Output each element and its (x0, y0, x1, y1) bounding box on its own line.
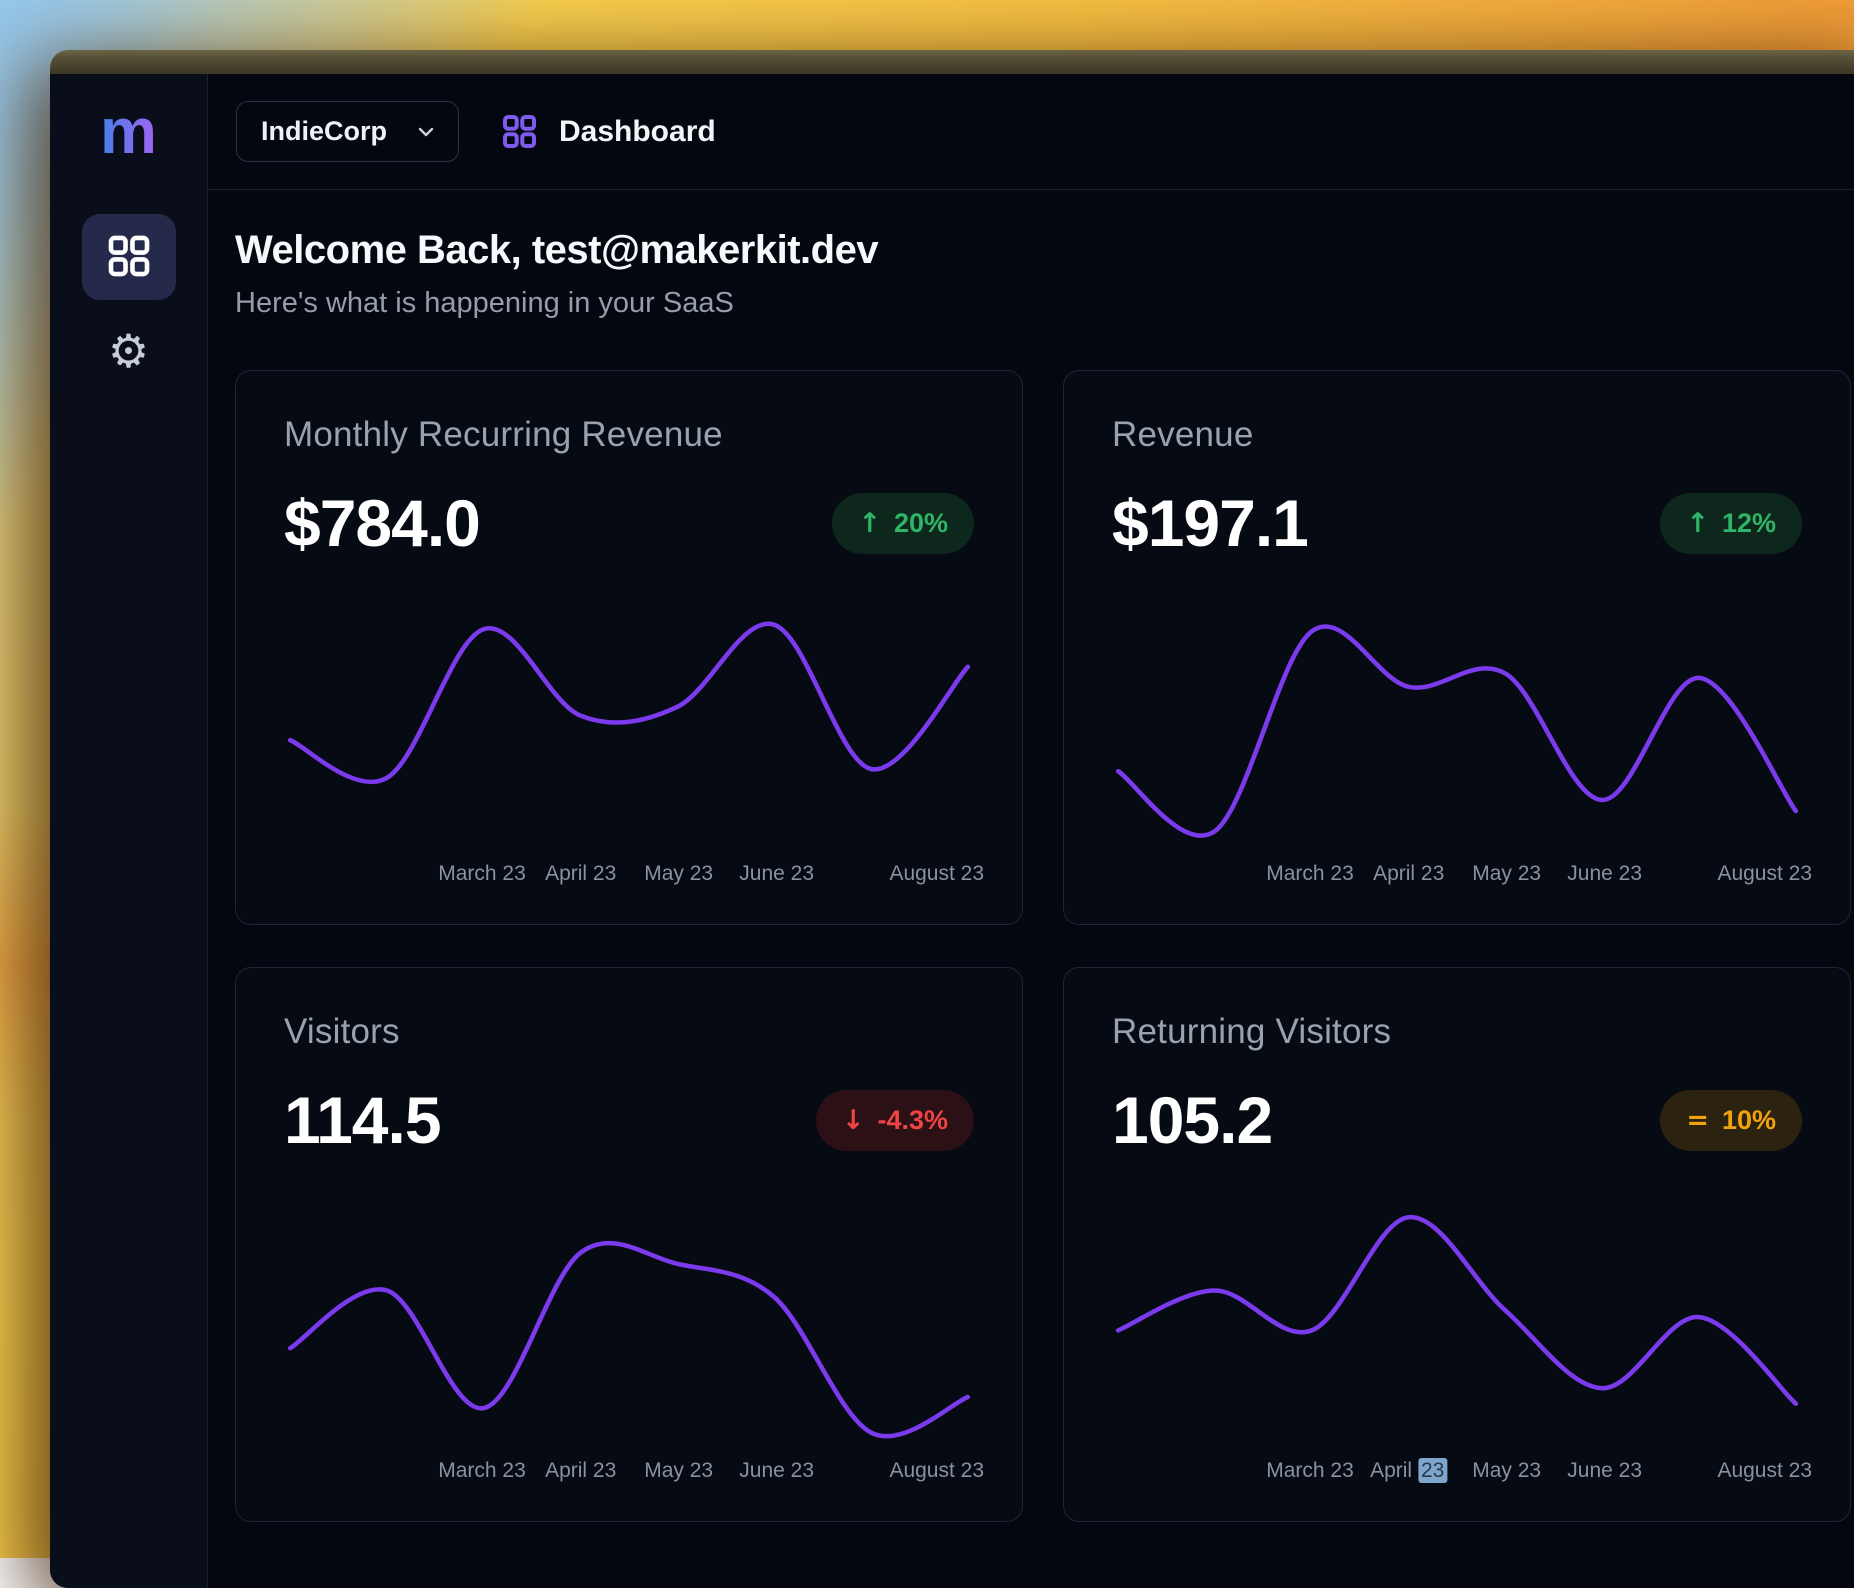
x-axis-tick: March 23 (438, 1459, 526, 1483)
metrics-grid: Monthly Recurring Revenue $784.0 ↑ 20% (235, 370, 1851, 1522)
sidebar-nav: ⚙ (82, 214, 176, 374)
page-title: Dashboard (559, 115, 716, 149)
x-axis-tick: March 23 (1266, 862, 1354, 886)
metric-value: $197.1 (1112, 485, 1308, 561)
x-axis-tick: April 23 (545, 862, 616, 886)
line-chart (1112, 604, 1802, 854)
x-axis-tick: August 23 (1717, 1459, 1812, 1483)
x-axis-tick: June 23 (1567, 1459, 1642, 1483)
line-chart (1112, 1201, 1802, 1451)
sidebar-item-dashboard[interactable] (82, 214, 176, 300)
team-name: IndieCorp (261, 116, 387, 147)
metric-value: $784.0 (284, 485, 480, 561)
x-axis-tick: June 23 (739, 1459, 814, 1483)
metric-value: 105.2 (1112, 1082, 1272, 1158)
x-axis-ticks: March 23April 23May 23June 23August 23 (284, 1459, 974, 1489)
card-title: Visitors (284, 1012, 974, 1052)
x-axis-tick: August 23 (889, 1459, 984, 1483)
gear-icon: ⚙ (108, 328, 149, 374)
page-heading: Dashboard (501, 113, 716, 150)
trend-badge: = 10% (1660, 1090, 1802, 1151)
selected-text: 23 (1418, 1458, 1447, 1483)
sidebar: m ⚙ (50, 74, 208, 1588)
chart-svg (1112, 1201, 1802, 1451)
metric-card-revenue: Revenue $197.1 ↑ 12% Ma (1063, 370, 1851, 925)
x-axis-ticks: March 23April 23May 23June 23August 23 (284, 862, 974, 892)
x-axis-ticks: March 23April 23May 23June 23August 23 (1112, 862, 1802, 892)
sidebar-item-settings[interactable]: ⚙ (108, 328, 149, 374)
x-axis-tick: March 23 (1266, 1459, 1354, 1483)
card-title: Monthly Recurring Revenue (284, 415, 974, 455)
x-axis-tick: April 23 (1373, 862, 1444, 886)
grid-icon (106, 233, 152, 282)
x-axis-tick: August 23 (889, 862, 984, 886)
trend-badge: ↑ 12% (1660, 493, 1802, 554)
window-top-edge (50, 50, 1854, 74)
card-title: Returning Visitors (1112, 1012, 1802, 1052)
trend-icon: ↓ (842, 1105, 865, 1136)
x-axis-tick: March 23 (438, 862, 526, 886)
trend-value: 10% (1722, 1105, 1776, 1136)
line-chart (284, 1201, 974, 1451)
trend-badge: ↓ -4.3% (816, 1090, 974, 1151)
x-axis-tick: June 23 (739, 862, 814, 886)
app-logo[interactable]: m (100, 96, 157, 166)
x-axis-tick: May 23 (1472, 862, 1541, 886)
trend-icon: ↑ (1686, 508, 1709, 539)
x-axis-tick: August 23 (1717, 862, 1812, 886)
x-axis-tick: April 23 (1370, 1459, 1447, 1483)
metric-card-mrr: Monthly Recurring Revenue $784.0 ↑ 20% (235, 370, 1023, 925)
trend-value: 12% (1722, 508, 1776, 539)
chart-svg (284, 604, 974, 854)
x-axis-tick: May 23 (1472, 1459, 1541, 1483)
x-axis-tick: April 23 (545, 1459, 616, 1483)
line-chart (284, 604, 974, 854)
card-title: Revenue (1112, 415, 1802, 455)
metric-card-visitors: Visitors 114.5 ↓ -4.3% (235, 967, 1023, 1522)
chart-svg (1112, 604, 1802, 854)
x-axis-tick: June 23 (1567, 862, 1642, 886)
grid-icon (501, 113, 538, 150)
x-axis-ticks: March 23April 23May 23June 23August 23 (1112, 1459, 1802, 1489)
metric-card-returning-visitors: Returning Visitors 105.2 = 10% (1063, 967, 1851, 1522)
welcome-subtitle: Here's what is happening in your SaaS (235, 287, 1851, 320)
chart-svg (284, 1201, 974, 1451)
x-axis-tick: May 23 (644, 862, 713, 886)
team-selector-button[interactable]: IndieCorp (236, 101, 459, 162)
dashboard-content: Welcome Back, test@makerkit.dev Here's w… (208, 190, 1854, 1522)
desktop-wallpaper: m ⚙ (0, 0, 1854, 1558)
trend-icon: ↑ (858, 508, 881, 539)
metric-value: 114.5 (284, 1082, 441, 1158)
trend-value: -4.3% (877, 1105, 948, 1136)
x-axis-tick: May 23 (644, 1459, 713, 1483)
chevron-down-icon (414, 120, 438, 144)
topbar: IndieCorp (208, 74, 1854, 190)
app-window: m ⚙ (50, 50, 1854, 1588)
trend-value: 20% (894, 508, 948, 539)
welcome-heading: Welcome Back, test@makerkit.dev (235, 228, 1851, 273)
trend-badge: ↑ 20% (832, 493, 974, 554)
trend-icon: = (1686, 1105, 1709, 1136)
